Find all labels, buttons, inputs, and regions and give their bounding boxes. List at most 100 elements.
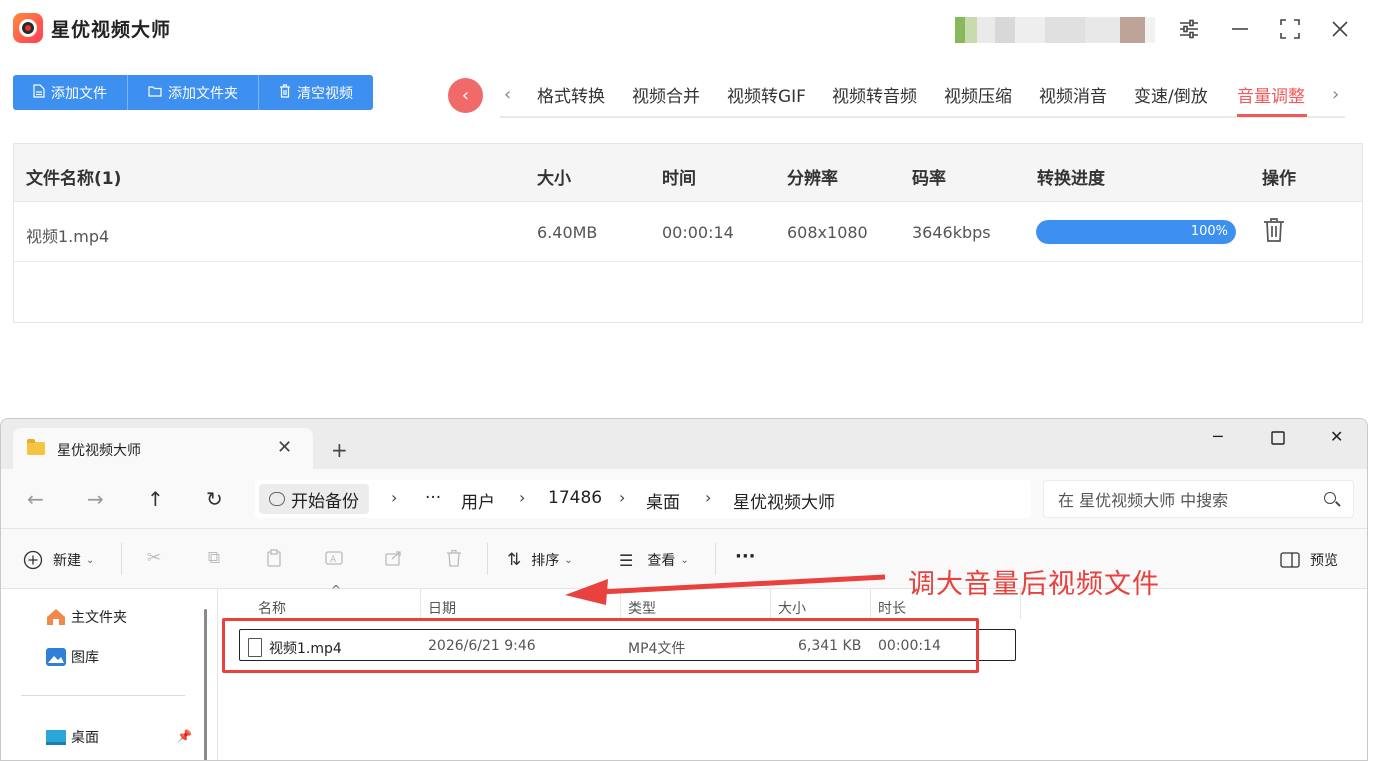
fullscreen-icon[interactable] bbox=[1277, 16, 1303, 42]
clear-videos-label: 清空视频 bbox=[297, 85, 353, 102]
table-row[interactable]: 视频1.mp4 6.40MB 00:00:14 608x1080 3646kbp… bbox=[14, 202, 1362, 262]
add-file-button[interactable]: 添加文件 bbox=[13, 75, 128, 110]
rename-icon[interactable]: A bbox=[323, 547, 345, 569]
plus-circle-icon bbox=[23, 550, 43, 570]
new-button[interactable]: 新建 ⌄ bbox=[23, 550, 94, 570]
annotation-arrow bbox=[565, 574, 886, 605]
tab-speed-reverse[interactable]: 变速/倒放 bbox=[1134, 82, 1208, 107]
chevron-left-icon: ‹ bbox=[461, 85, 470, 106]
new-tab-plus-icon[interactable]: + bbox=[331, 438, 348, 462]
app-titlebar: 星优视频大师 bbox=[0, 0, 1375, 60]
breadcrumb-current-folder[interactable]: 星优视频大师 bbox=[733, 488, 835, 513]
tab-video-merge[interactable]: 视频合并 bbox=[632, 82, 700, 107]
col-header-name[interactable]: 名称 bbox=[258, 598, 286, 618]
app-title: 星优视频大师 bbox=[51, 19, 172, 41]
tab-scroll-right-icon[interactable]: › bbox=[1332, 84, 1339, 105]
folder-icon bbox=[27, 439, 45, 455]
cloud-backup-icon bbox=[269, 492, 285, 506]
preview-pane-button[interactable]: 预览 bbox=[1280, 550, 1338, 570]
add-file-label: 添加文件 bbox=[51, 85, 107, 102]
tab-video-mute[interactable]: 视频消音 bbox=[1039, 82, 1107, 107]
settings-sliders-icon[interactable] bbox=[1176, 16, 1202, 42]
tab-video-to-audio[interactable]: 视频转音频 bbox=[832, 82, 917, 107]
maximize-icon[interactable] bbox=[1271, 427, 1285, 449]
conversion-progress-bar: 100% bbox=[1036, 220, 1236, 244]
minimize-icon[interactable]: ─ bbox=[1213, 427, 1223, 446]
document-icon bbox=[33, 83, 45, 102]
explorer-tab-bar: 星优视频大师 ✕ + ─ ✕ bbox=[1, 419, 1367, 469]
cell-file-size: 6.40MB bbox=[537, 223, 598, 242]
sidebar-item-gallery[interactable]: 图库 bbox=[45, 647, 99, 667]
paste-icon[interactable] bbox=[263, 547, 285, 569]
minimize-icon[interactable] bbox=[1227, 16, 1253, 42]
trash-icon bbox=[279, 83, 291, 102]
sidebar-label-home: 主文件夹 bbox=[71, 610, 127, 626]
add-folder-label: 添加文件夹 bbox=[168, 85, 238, 102]
cut-icon[interactable]: ✂ bbox=[143, 547, 165, 569]
tab-video-to-gif[interactable]: 视频转GIF bbox=[727, 82, 806, 107]
chevron-right-icon: › bbox=[391, 488, 398, 507]
tab-volume-adjust[interactable]: 音量调整 bbox=[1237, 82, 1305, 107]
close-tab-icon[interactable]: ✕ bbox=[277, 437, 292, 458]
cell-resolution: 608x1080 bbox=[787, 223, 868, 242]
clear-videos-button[interactable]: 清空视频 bbox=[259, 75, 373, 110]
up-arrow-icon[interactable]: ↑ bbox=[147, 487, 164, 511]
sort-arrows-icon: ⇅ bbox=[507, 550, 522, 570]
explorer-tab[interactable]: 星优视频大师 ✕ bbox=[13, 428, 313, 469]
tab-format-convert[interactable]: 格式转换 bbox=[537, 82, 605, 107]
sort-label: 排序 bbox=[531, 553, 560, 569]
col-header-bitrate: 码率 bbox=[912, 169, 946, 189]
breadcrumb-backup[interactable]: 开始备份 bbox=[259, 484, 369, 514]
tab-scroll-left-icon[interactable]: ‹ bbox=[504, 84, 511, 105]
preview-pane-icon bbox=[1280, 552, 1300, 568]
sidebar-label-desktop: 桌面 bbox=[71, 730, 99, 746]
breadcrumb-user-folder[interactable]: 17486 bbox=[548, 488, 602, 508]
tab-video-compress[interactable]: 视频压缩 bbox=[944, 82, 1012, 107]
annotation-text: 调大音量后视频文件 bbox=[908, 569, 1160, 600]
back-arrow-icon[interactable]: ← bbox=[27, 487, 44, 511]
folder-icon bbox=[148, 85, 162, 101]
chevron-right-icon: › bbox=[519, 488, 526, 507]
sidebar-divider bbox=[21, 695, 185, 696]
cell-bitrate: 3646kbps bbox=[912, 223, 991, 242]
chevron-right-icon: › bbox=[619, 488, 626, 507]
separator bbox=[487, 543, 488, 575]
cell-file-name: 视频1.mp4 bbox=[26, 227, 110, 246]
col-header-date[interactable]: 日期 bbox=[428, 598, 456, 618]
svg-text:A: A bbox=[330, 555, 337, 565]
cell-duration: 00:00:14 bbox=[662, 223, 734, 242]
explorer-tab-title: 星优视频大师 bbox=[57, 443, 141, 459]
refresh-icon[interactable]: ↻ bbox=[206, 487, 223, 511]
desktop-icon bbox=[46, 730, 66, 745]
sidebar-item-home[interactable]: 主文件夹 bbox=[45, 607, 127, 627]
close-icon[interactable]: ✕ bbox=[1330, 427, 1343, 446]
share-icon[interactable] bbox=[383, 547, 405, 569]
explorer-search-box[interactable] bbox=[1043, 480, 1354, 518]
add-folder-button[interactable]: 添加文件夹 bbox=[128, 75, 259, 110]
col-header-action: 操作 bbox=[1262, 169, 1296, 189]
forward-arrow-icon[interactable]: → bbox=[87, 487, 104, 511]
sidebar-item-desktop[interactable]: 桌面 bbox=[45, 727, 99, 747]
user-account-avatar[interactable] bbox=[955, 17, 1155, 43]
delete-row-trash-icon[interactable] bbox=[1262, 217, 1286, 245]
breadcrumb-desktop[interactable]: 桌面 bbox=[646, 488, 680, 513]
preview-label: 预览 bbox=[1310, 553, 1338, 569]
address-bar[interactable]: 开始备份 › ··· 用户 › 17486 › 桌面 › 星优视频大师 bbox=[255, 480, 1031, 518]
copy-icon[interactable]: ⧉ bbox=[203, 547, 225, 569]
search-input[interactable] bbox=[1058, 488, 1308, 512]
sidebar-scrollbar[interactable] bbox=[204, 609, 207, 760]
explorer-navigation-bar: ← → ↑ ↻ 开始备份 › ··· 用户 › 17486 › 桌面 › 星优视… bbox=[1, 469, 1367, 529]
close-icon[interactable] bbox=[1327, 16, 1353, 42]
pin-icon[interactable]: 📌 bbox=[177, 729, 192, 743]
more-options-button[interactable]: ··· bbox=[735, 546, 756, 567]
active-tab-indicator bbox=[1237, 114, 1307, 117]
delete-icon[interactable] bbox=[443, 547, 465, 569]
app-logo-icon bbox=[13, 13, 43, 43]
breadcrumb-ellipsis[interactable]: ··· bbox=[425, 488, 441, 508]
sort-ascending-chevron-icon: ^ bbox=[331, 583, 342, 597]
col-header-size: 大小 bbox=[537, 169, 571, 189]
pane-divider bbox=[217, 589, 218, 760]
table-header: 文件名称(1) 大小 时间 分辨率 码率 转换进度 操作 bbox=[14, 144, 1362, 202]
collapse-back-button[interactable]: ‹ bbox=[448, 78, 483, 113]
breadcrumb-users[interactable]: 用户 bbox=[461, 488, 495, 513]
